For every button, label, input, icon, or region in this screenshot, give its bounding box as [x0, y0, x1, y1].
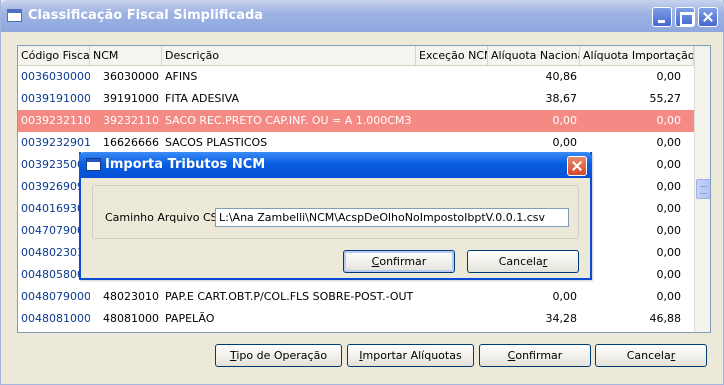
- table-cell: 0,00: [656, 136, 682, 149]
- table-cell: 34,28: [545, 312, 578, 325]
- dialog-cancelar-button[interactable]: Cancelar: [467, 250, 579, 273]
- column-header-descricao[interactable]: Descrição: [162, 46, 416, 66]
- column-header-aliquota-nacional[interactable]: Alíquota Nacional: [488, 46, 580, 66]
- table-row[interactable]: 0048079000 48023010 PAP.E CART.OBT.P/COL.F…: [18, 286, 694, 308]
- table-cell: 0039232110: [21, 114, 90, 127]
- csv-path-label: Caminho Arquivo CSV: [105, 211, 226, 224]
- table-row[interactable]: 0048081000 48081000 PAPELÃO 34,28 46,88: [18, 308, 694, 330]
- table-cell: PAP.E CART.OBT.P/COL.FLS SOBRE-POST.-OUT: [165, 290, 414, 303]
- dialog-title: Importa Tributos NCM: [105, 157, 266, 172]
- table-cell: 0048081000: [21, 312, 90, 325]
- table-cell: [416, 110, 488, 132]
- table-cell: [416, 88, 488, 110]
- table-cell: 0,00: [656, 114, 682, 127]
- table-cell: 0039232901: [21, 136, 90, 149]
- window-icon: [7, 9, 22, 22]
- table-cell: 0,00: [552, 290, 578, 303]
- table-row[interactable]: 0039232901 16626666 SACOS PLASTICOS 0,00 0,0…: [18, 132, 694, 154]
- table-cell: 0,00: [656, 268, 682, 281]
- vertical-scrollbar[interactable]: [694, 46, 710, 332]
- tipo-operacao-button[interactable]: Tipo de Operação: [215, 344, 342, 367]
- table-cell: 38,67: [545, 92, 578, 105]
- table-cell: PAPELÃO: [165, 312, 215, 325]
- csv-path-input[interactable]: L:\Ana Zambelli\NCM\AcspDeOlhoNoImpostoI…: [215, 208, 569, 227]
- column-header-ncm[interactable]: NCM: [90, 46, 162, 66]
- table-cell: 0,00: [552, 114, 578, 127]
- table-cell: AFINS: [165, 70, 198, 83]
- main-window: Classificação Fiscal Simplificada Código…: [0, 0, 724, 385]
- table-cell: 39232110: [103, 114, 159, 127]
- table-cell: 0,00: [656, 202, 682, 215]
- table-row[interactable]: 0039191000 39191000 FITA ADESIVA 38,67 55,27: [18, 88, 694, 110]
- table-cell: 0,00: [656, 224, 682, 237]
- table-cell: 55,27: [649, 92, 682, 105]
- table-cell: 0048079000: [21, 290, 90, 303]
- scrollbar-thumb[interactable]: [696, 179, 710, 199]
- column-header-aliquota-importacao[interactable]: Alíquota Importação: [580, 46, 694, 66]
- dialog-confirmar-button[interactable]: Confirmar: [343, 250, 455, 273]
- table-cell: [416, 286, 488, 308]
- window-title: Classificação Fiscal Simplificada: [28, 8, 264, 23]
- cancelar-button[interactable]: Cancelar: [595, 344, 707, 367]
- table-cell: SACO REC.PRETO CAP.INF. OU = A 1.000CM3: [165, 114, 412, 127]
- minimize-button[interactable]: [652, 7, 672, 27]
- table-cell: 0,00: [656, 180, 682, 193]
- table-row[interactable]: 0039232110 39232110 SACO REC.PRETO CAP.INF…: [18, 110, 694, 132]
- maximize-button[interactable]: [675, 7, 695, 27]
- grid-header: Código Fiscal NCM Descrição Exceção NCM …: [18, 46, 694, 66]
- table-cell: FITA ADESIVA: [165, 92, 239, 105]
- table-cell: 39191000: [103, 92, 159, 105]
- title-bar[interactable]: Classificação Fiscal Simplificada: [1, 0, 724, 32]
- table-cell: 0,00: [656, 158, 682, 171]
- close-button[interactable]: [698, 7, 718, 27]
- dialog-window-icon: [86, 158, 101, 171]
- table-cell: 0,00: [656, 290, 682, 303]
- table-cell: [416, 66, 488, 88]
- table-cell: [416, 132, 488, 154]
- importar-aliquotas-button[interactable]: Importar Alíquotas: [347, 344, 474, 367]
- table-cell: 0,00: [552, 136, 578, 149]
- table-row[interactable]: 0036030000 36030000 AFINS 40,86 0,00: [18, 66, 694, 88]
- import-dialog: Importa Tributos NCM Caminho Arquivo CSV…: [79, 152, 592, 280]
- confirmar-button[interactable]: Confirmar: [479, 344, 591, 367]
- table-cell: 40,86: [545, 70, 578, 83]
- table-cell: SACOS PLASTICOS: [165, 136, 268, 149]
- table-cell: 0036030000: [21, 70, 90, 83]
- table-cell: 48023010: [103, 290, 159, 303]
- table-cell: 0039191000: [21, 92, 90, 105]
- table-cell: 0,00: [656, 70, 682, 83]
- column-header-codigo[interactable]: Código Fiscal: [18, 46, 90, 66]
- dialog-title-bar[interactable]: Importa Tributos NCM: [79, 152, 592, 178]
- table-cell: 46,88: [649, 312, 682, 325]
- column-header-excecao[interactable]: Exceção NCM: [416, 46, 488, 66]
- table-cell: 36030000: [103, 70, 159, 83]
- table-cell: 48081000: [103, 312, 159, 325]
- table-cell: [416, 308, 488, 330]
- table-cell: 16626666: [103, 136, 159, 149]
- table-cell: 0,00: [656, 246, 682, 259]
- dialog-close-button[interactable]: [567, 156, 587, 176]
